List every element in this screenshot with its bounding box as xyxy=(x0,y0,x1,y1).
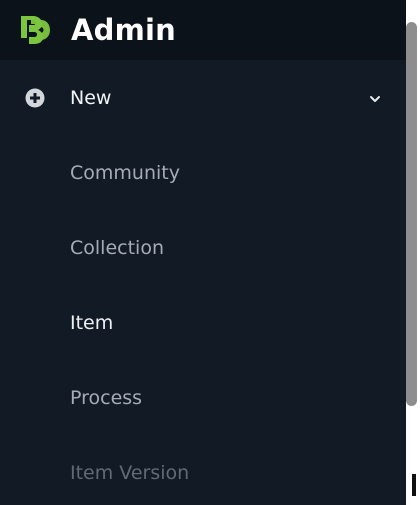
submenu-item-process[interactable]: Process xyxy=(70,385,142,411)
submenu-item-item-version[interactable]: Item Version xyxy=(70,460,189,486)
sidebar-header: Admin xyxy=(0,0,406,60)
chevron-down-icon[interactable] xyxy=(368,94,382,104)
menu-new[interactable] xyxy=(0,73,406,123)
submenu-item-community[interactable]: Community xyxy=(70,160,180,186)
plus-circle-icon xyxy=(25,88,45,108)
submenu-item-collection[interactable]: Collection xyxy=(70,235,164,261)
dspace-logo-icon[interactable] xyxy=(19,12,51,44)
scrollbar-thumb[interactable] xyxy=(406,22,417,406)
menu-new-label[interactable]: New xyxy=(70,85,111,111)
page-title: Admin xyxy=(71,13,177,47)
text-cursor-icon xyxy=(412,474,416,496)
admin-sidebar: Admin New Community Collection Item Proc… xyxy=(0,0,406,505)
submenu-item-item[interactable]: Item xyxy=(70,310,113,336)
